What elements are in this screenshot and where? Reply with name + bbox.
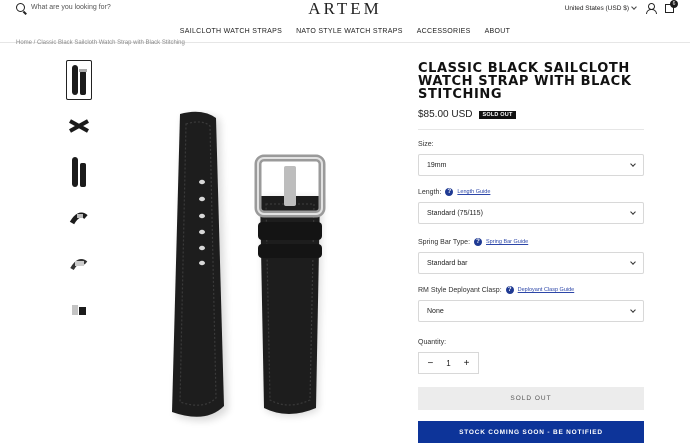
bag-icon[interactable]: 6 xyxy=(665,0,678,13)
thumbnail-clasp-2[interactable] xyxy=(66,244,92,284)
quantity-option: Quantity: − 1 + xyxy=(418,339,644,374)
nav-item-about[interactable]: ABOUT xyxy=(485,28,511,35)
length-guide-link[interactable]: Length Guide xyxy=(457,189,490,195)
site-header: What are you looking for? ARTEM United S… xyxy=(0,0,690,20)
thumbnail-back[interactable] xyxy=(66,152,92,192)
clasp-label-row: RM Style Deployant Clasp: ? Deployant Cl… xyxy=(418,286,644,294)
quantity-stepper[interactable]: − 1 + xyxy=(418,352,479,374)
spring-bar-guide-link[interactable]: Spring Bar Guide xyxy=(486,239,528,245)
quantity-minus-button[interactable]: − xyxy=(423,358,437,369)
spring-bar-label-row: Spring Bar Type: ? Spring Bar Guide xyxy=(418,238,644,246)
quantity-label: Quantity: xyxy=(418,339,447,346)
price-row: $85.00 USD SOLD OUT xyxy=(418,109,644,120)
nav-item-nato[interactable]: NATO STYLE WATCH STRAPS xyxy=(296,28,403,35)
sold-out-badge: SOLD OUT xyxy=(479,110,516,119)
product-title: CLASSIC BLACK SAILCLOTH WATCH STRAP WITH… xyxy=(418,61,632,102)
sold-out-button[interactable]: SOLD OUT xyxy=(418,387,644,410)
user-icon[interactable] xyxy=(646,3,657,14)
nav-item-sailcloth[interactable]: SAILCLOTH WATCH STRAPS xyxy=(180,28,282,35)
spring-bar-label: Spring Bar Type: xyxy=(418,238,471,246)
chevron-down-icon xyxy=(630,209,636,215)
region-selector[interactable]: United States (USD $) xyxy=(565,3,637,12)
question-icon[interactable]: ? xyxy=(505,286,514,294)
cart-count-badge: 6 xyxy=(670,0,678,8)
product-main-image[interactable] xyxy=(150,110,360,435)
size-option: Size: 19mm xyxy=(418,141,644,176)
thumbnail-list xyxy=(66,60,94,336)
length-label-row: Length: ? Length Guide xyxy=(418,188,644,196)
notify-me-button[interactable]: STOCK COMING SOON - BE NOTIFIED xyxy=(418,421,644,443)
question-icon[interactable]: ? xyxy=(445,188,454,196)
length-value: Standard (75/115) xyxy=(427,209,483,217)
thumbnail-clasp-3[interactable] xyxy=(66,290,92,330)
header-actions: United States (USD $) 6 xyxy=(565,0,678,14)
chevron-down-icon xyxy=(630,307,636,313)
main-nav: SAILCLOTH WATCH STRAPS NATO STYLE WATCH … xyxy=(0,28,690,35)
length-select[interactable]: Standard (75/115) xyxy=(418,202,644,224)
thumbnail-cross[interactable] xyxy=(66,106,92,146)
question-icon[interactable]: ? xyxy=(474,238,483,246)
clasp-value: None xyxy=(427,307,444,315)
clasp-select[interactable]: None xyxy=(418,300,644,322)
chevron-down-icon xyxy=(630,161,636,167)
breadcrumb[interactable]: Home / Classic Black Sailcloth Watch Str… xyxy=(16,40,185,46)
chevron-down-icon xyxy=(630,259,636,265)
divider xyxy=(418,129,644,130)
clasp-guide-link[interactable]: Deployant Clasp Guide xyxy=(518,287,575,293)
spring-bar-select[interactable]: Standard bar xyxy=(418,252,644,274)
product-price: $85.00 USD xyxy=(418,109,473,120)
thumbnail-front[interactable] xyxy=(66,60,92,100)
size-label: Size: xyxy=(418,141,434,148)
region-label[interactable]: United States (USD $) xyxy=(565,5,629,12)
thumbnail-clasp-1[interactable] xyxy=(66,198,92,238)
length-label: Length: xyxy=(418,188,442,196)
nav-item-accessories[interactable]: ACCESSORIES xyxy=(417,28,471,35)
quantity-value[interactable]: 1 xyxy=(446,359,450,368)
spring-bar-option: Spring Bar Type: ? Spring Bar Guide Stan… xyxy=(418,238,644,274)
clasp-label: RM Style Deployant Clasp: xyxy=(418,286,502,294)
size-value: 19mm xyxy=(427,161,447,169)
size-select[interactable]: 19mm xyxy=(418,154,644,176)
product-info: CLASSIC BLACK SAILCLOTH WATCH STRAP WITH… xyxy=(418,62,644,443)
chevron-down-icon xyxy=(631,3,637,10)
length-option: Length: ? Length Guide Standard (75/115) xyxy=(418,188,644,224)
spring-bar-value: Standard bar xyxy=(427,259,468,267)
clasp-option: RM Style Deployant Clasp: ? Deployant Cl… xyxy=(418,286,644,322)
quantity-plus-button[interactable]: + xyxy=(460,358,474,369)
